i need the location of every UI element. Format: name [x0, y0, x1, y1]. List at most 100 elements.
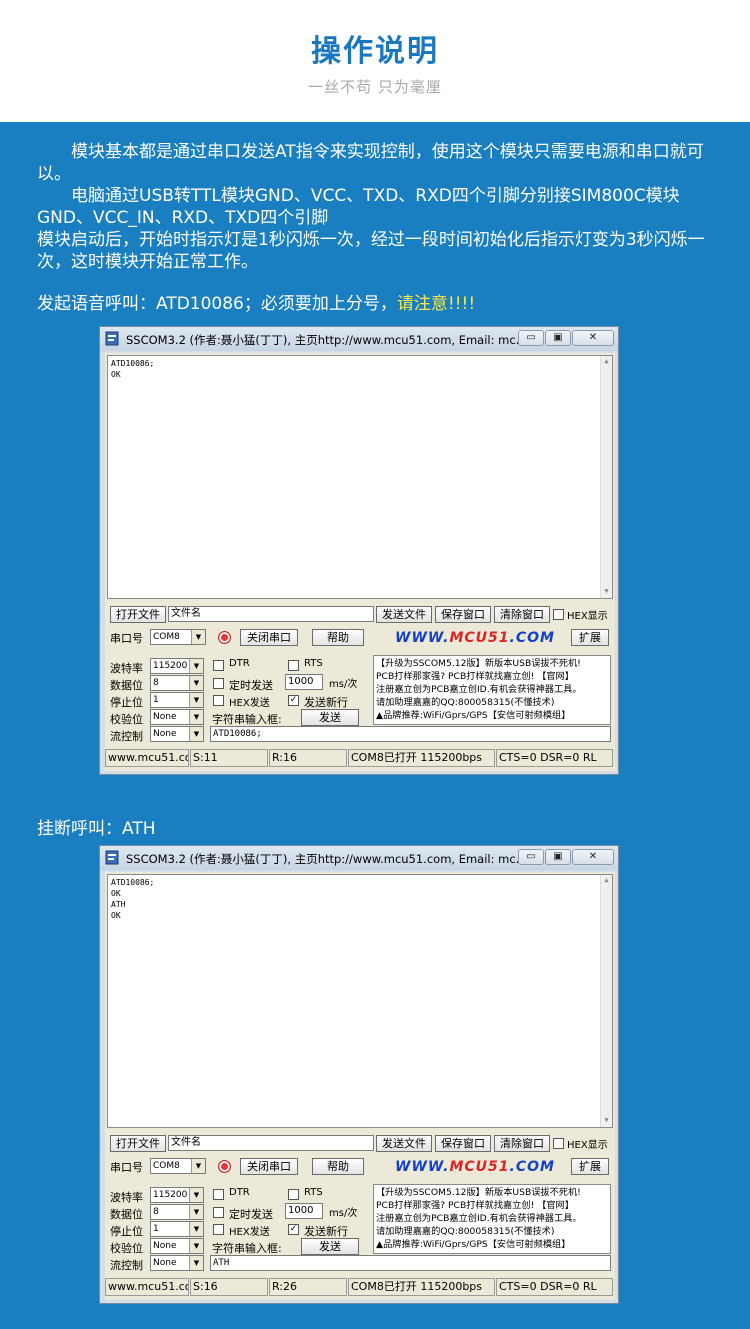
hex-display-label: HEX显示	[567, 611, 608, 622]
scroll-up-icon[interactable]: ▲	[601, 356, 612, 368]
open-file-button[interactable]: 打开文件	[110, 1135, 166, 1152]
chevron-down-icon[interactable]: ▼	[189, 1188, 203, 1202]
promo-line: 注册嘉立创为PCB嘉立创ID.有机会获得神器工具。	[376, 684, 582, 695]
call-note-text: 发起语音呼叫：ATD10086；必须要加上分号，	[37, 294, 397, 314]
clear-window-button[interactable]: 清除窗口	[494, 606, 550, 623]
status-lines: CTS=0 DSR=0 RL	[496, 749, 613, 767]
port-select[interactable]: COM8 ▼	[150, 1158, 206, 1174]
timed-send-checkbox[interactable]	[213, 1207, 224, 1218]
close-button[interactable]: ✕	[572, 849, 614, 865]
clear-window-button[interactable]: 清除窗口	[494, 1135, 550, 1152]
minimize-button[interactable]: ▭	[518, 849, 544, 865]
timed-send-checkbox[interactable]	[213, 678, 224, 689]
chevron-down-icon[interactable]: ▼	[189, 1205, 203, 1219]
dtr-checkbox[interactable]	[213, 1189, 224, 1200]
chevron-down-icon[interactable]: ▼	[189, 1256, 203, 1270]
help-button[interactable]: 帮助	[312, 629, 364, 646]
open-file-button[interactable]: 打开文件	[110, 606, 166, 623]
call-note: 发起语音呼叫：ATD10086；必须要加上分号，请注意!!!!	[37, 289, 475, 314]
hex-send-label: HEX发送	[229, 698, 270, 709]
parity-select[interactable]: None ▼	[150, 1238, 204, 1254]
port-label: 串口号	[110, 1161, 143, 1174]
scroll-up-icon[interactable]: ▲	[601, 875, 612, 887]
mcu51-logo: WWW.MCU51.COM	[395, 630, 555, 646]
flow-label: 流控制	[110, 1259, 143, 1272]
interval-input[interactable]: 1000	[285, 674, 323, 690]
maximize-button[interactable]: ▣	[545, 849, 571, 865]
parity-value: None	[153, 712, 177, 722]
port-label: 串口号	[110, 632, 143, 645]
send-input[interactable]: ATH	[210, 1255, 611, 1271]
chevron-down-icon[interactable]: ▼	[191, 630, 205, 644]
intro-line: 电脑通过USB转TTL模块GND、VCC、TXD、RXD四个引脚分别接SIM80…	[37, 186, 680, 228]
receive-output[interactable]: ATD10086; OK ATH OK ▲ ▼	[107, 874, 613, 1128]
send-input[interactable]: ATD10086;	[210, 726, 611, 742]
interval-input[interactable]: 1000	[285, 1203, 323, 1219]
parity-label: 校验位	[110, 713, 143, 726]
stopbits-select[interactable]: 1 ▼	[150, 1221, 204, 1237]
close-button[interactable]: ✕	[572, 330, 614, 346]
stopbits-select[interactable]: 1 ▼	[150, 692, 204, 708]
chevron-down-icon[interactable]: ▼	[189, 676, 203, 690]
close-port-button[interactable]: 关闭串口	[240, 629, 298, 646]
send-button[interactable]: 发送	[301, 1238, 359, 1255]
send-file-button[interactable]: 发送文件	[376, 606, 432, 623]
scroll-down-icon[interactable]: ▼	[601, 586, 612, 598]
window-title: SSCOM3.2 (作者:聂小猛(丁丁), 主页http://www.mcu51…	[126, 852, 527, 866]
status-site: www.mcu51.com	[105, 749, 189, 767]
send-button[interactable]: 发送	[301, 709, 359, 726]
receive-output[interactable]: ATD10086; OK ▲ ▼	[107, 355, 613, 599]
flow-select[interactable]: None ▼	[150, 1255, 204, 1271]
flow-select[interactable]: None ▼	[150, 726, 204, 742]
help-button[interactable]: 帮助	[312, 1158, 364, 1175]
file-name-field[interactable]: 文件名	[168, 1135, 374, 1151]
databits-select[interactable]: 8 ▼	[150, 675, 204, 691]
rts-checkbox[interactable]	[288, 1189, 299, 1200]
save-window-button[interactable]: 保存窗口	[435, 1135, 491, 1152]
hex-display-checkbox[interactable]	[553, 609, 564, 620]
chevron-down-icon[interactable]: ▼	[189, 1222, 203, 1236]
file-name-field[interactable]: 文件名	[168, 606, 374, 622]
send-newline-checkbox[interactable]: ✓	[288, 695, 299, 706]
hex-display-checkbox[interactable]	[553, 1138, 564, 1149]
baud-select[interactable]: 115200 ▼	[150, 658, 204, 674]
close-port-button[interactable]: 关闭串口	[240, 1158, 298, 1175]
chevron-down-icon[interactable]: ▼	[189, 693, 203, 707]
status-port: COM8已打开 115200bps	[348, 1278, 495, 1296]
vertical-scrollbar[interactable]: ▲ ▼	[600, 875, 612, 1127]
flow-label: 流控制	[110, 730, 143, 743]
app-icon	[105, 331, 119, 346]
parity-select[interactable]: None ▼	[150, 709, 204, 725]
send-file-button[interactable]: 发送文件	[376, 1135, 432, 1152]
vertical-scrollbar[interactable]: ▲ ▼	[600, 356, 612, 598]
chevron-down-icon[interactable]: ▼	[189, 1239, 203, 1253]
baud-select[interactable]: 115200 ▼	[150, 1187, 204, 1203]
promo-box[interactable]: 【升级为SSCOM5.12版】新版本USB误拔不死机! PCB打样那家强? PC…	[373, 655, 611, 725]
minimize-button[interactable]: ▭	[518, 330, 544, 346]
rts-checkbox[interactable]	[288, 660, 299, 671]
databits-select[interactable]: 8 ▼	[150, 1204, 204, 1220]
expand-button[interactable]: 扩展	[571, 1158, 609, 1175]
chevron-down-icon[interactable]: ▼	[191, 1159, 205, 1173]
hex-display-label: HEX显示	[567, 1140, 608, 1151]
flow-value: None	[153, 729, 177, 739]
dtr-checkbox[interactable]	[213, 660, 224, 671]
status-sent: S:11	[190, 749, 268, 767]
chevron-down-icon[interactable]: ▼	[189, 727, 203, 741]
send-newline-label: 发送新行	[304, 696, 348, 709]
port-select[interactable]: COM8 ▼	[150, 629, 206, 645]
port-value: COM8	[153, 1161, 180, 1171]
save-window-button[interactable]: 保存窗口	[435, 606, 491, 623]
hex-send-checkbox[interactable]	[213, 1224, 224, 1235]
timed-send-label: 定时发送	[229, 679, 273, 692]
expand-button[interactable]: 扩展	[571, 629, 609, 646]
interval-unit: ms/次	[329, 679, 358, 690]
maximize-button[interactable]: ▣	[545, 330, 571, 346]
chevron-down-icon[interactable]: ▼	[189, 710, 203, 724]
header: 操作说明 一丝不苟 只为毫厘	[0, 0, 750, 122]
promo-box[interactable]: 【升级为SSCOM5.12版】新版本USB误拔不死机! PCB打样那家强? PC…	[373, 1184, 611, 1254]
send-newline-checkbox[interactable]: ✓	[288, 1224, 299, 1235]
hex-send-checkbox[interactable]	[213, 695, 224, 706]
scroll-down-icon[interactable]: ▼	[601, 1115, 612, 1127]
chevron-down-icon[interactable]: ▼	[189, 659, 203, 673]
